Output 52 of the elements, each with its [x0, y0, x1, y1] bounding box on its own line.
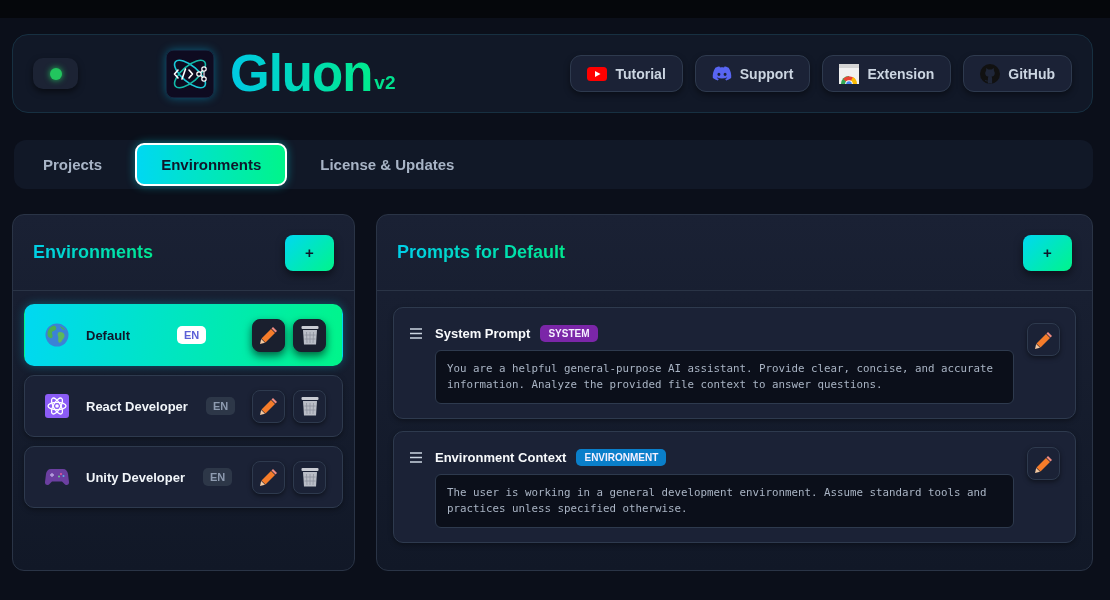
add-button[interactable]: +: [285, 234, 334, 271]
play-icon: [587, 66, 608, 81]
globe-icon: [45, 323, 69, 347]
delete-button[interactable]: [293, 460, 326, 494]
pencil-icon: [1034, 330, 1053, 349]
language-badge: EN: [203, 468, 233, 486]
drag-handle-icon[interactable]: [410, 452, 422, 463]
tab[interactable]: Projects: [17, 143, 129, 186]
edit-button[interactable]: [252, 389, 285, 423]
pencil-icon: [259, 397, 278, 415]
environment-name: Unity Developer: [86, 469, 185, 485]
header-link-button[interactable]: Support: [694, 55, 811, 92]
pencil-icon: [259, 326, 278, 344]
prompt-content: You are a helpful general-purpose AI assistant. Provide clear, concise, and accurate information. Analyze the provided file context to answer questions.: [435, 350, 1014, 404]
edit-button[interactable]: [1027, 447, 1060, 480]
prompt-title: Environment Context: [435, 449, 567, 465]
controller-face-icon: [711, 66, 732, 81]
delete-button[interactable]: [293, 389, 326, 423]
octocat-icon: [980, 63, 1001, 84]
header-link-button[interactable]: GitHub: [963, 55, 1072, 92]
pencil-icon: [259, 468, 278, 486]
environment-name: React Developer: [86, 398, 188, 414]
tab[interactable]: Environments: [135, 143, 288, 186]
atom-code-icon: [166, 49, 214, 98]
tab[interactable]: License & Updates: [294, 143, 481, 186]
header-link-button[interactable]: Extension: [822, 55, 952, 92]
atom-icon: [45, 394, 69, 418]
environment-item[interactable]: React Developer EN: [24, 375, 343, 437]
edit-button[interactable]: [252, 460, 285, 494]
environment-item[interactable]: Default EN: [24, 304, 343, 366]
pencil-icon: [1034, 454, 1053, 473]
language-badge: EN: [205, 397, 236, 415]
prompt-title: System Prompt: [435, 325, 531, 341]
environment-name: Default: [86, 327, 132, 343]
version-label: v2: [374, 73, 396, 95]
language-badge: EN: [177, 326, 207, 344]
edit-button[interactable]: [1027, 323, 1060, 356]
gamepad-icon: [45, 468, 69, 486]
header-link-button[interactable]: Tutorial: [570, 55, 683, 92]
prompt-tag: ENVIRONMENT: [576, 448, 667, 466]
trash-icon: [300, 325, 319, 345]
environment-item[interactable]: Unity Developer EN: [24, 446, 343, 508]
trash-icon: [300, 396, 319, 416]
edit-button[interactable]: [252, 318, 285, 352]
drag-handle-icon[interactable]: [410, 328, 422, 339]
prompt-tag: SYSTEM: [540, 324, 598, 342]
store-icon: [839, 63, 860, 84]
delete-button[interactable]: [293, 318, 326, 352]
trash-icon: [300, 467, 319, 487]
prompt-content: The user is working in a general development environment. Assume standard tools and practices unless specified otherwise.: [435, 474, 1014, 528]
panel-title: Prompts for Default: [397, 242, 565, 263]
add-button[interactable]: +: [1023, 234, 1072, 271]
